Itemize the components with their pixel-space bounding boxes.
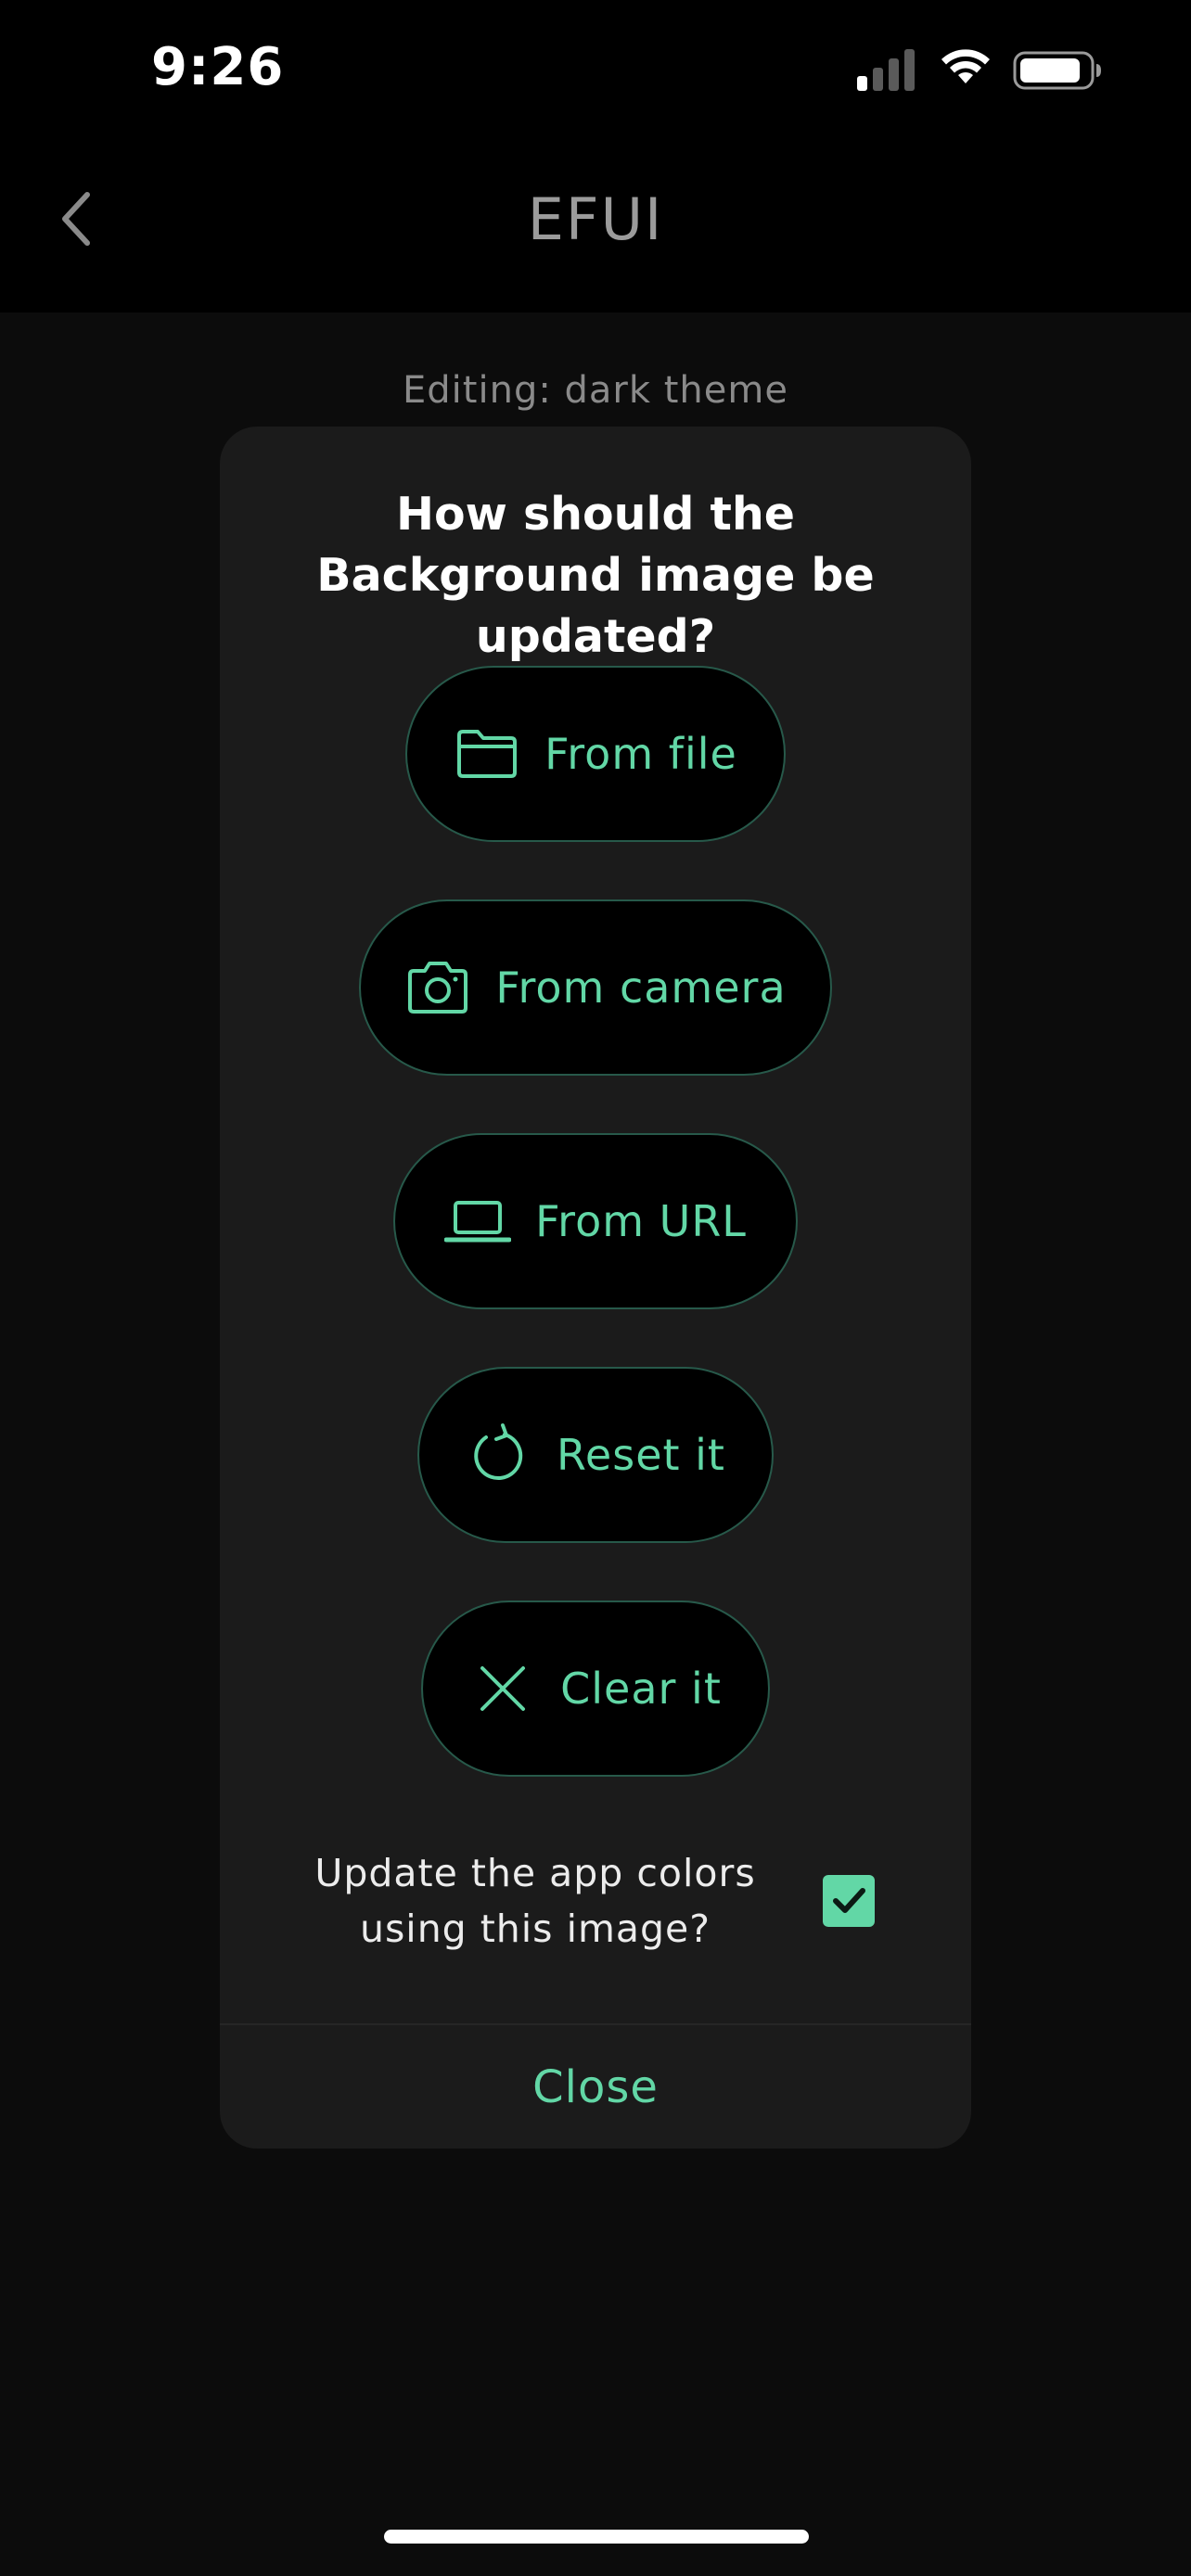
update-colors-label: Update the app colors using this image? <box>314 1851 756 1951</box>
folder-icon <box>457 730 518 778</box>
wifi-icon <box>941 49 990 83</box>
laptop-icon <box>444 1201 512 1243</box>
from-url-button[interactable]: From URL <box>393 1133 798 1309</box>
from-camera-label: From camera <box>495 963 787 1013</box>
home-indicator <box>384 2530 809 2544</box>
from-camera-button[interactable]: From camera <box>359 899 832 1076</box>
close-button[interactable]: Close <box>220 2025 971 2149</box>
clear-button[interactable]: Clear it <box>421 1600 770 1777</box>
nav-title: EFUI <box>527 185 664 253</box>
checkmark-icon <box>833 1888 865 1913</box>
editing-label: Editing: dark theme <box>403 369 788 412</box>
close-icon <box>480 1666 526 1711</box>
reset-button[interactable]: Reset it <box>417 1367 774 1543</box>
status-time: 9:26 <box>151 37 285 97</box>
from-url-label: From URL <box>535 1196 747 1246</box>
battery-icon <box>1013 51 1101 90</box>
dialog-title: How should the Background image be updat… <box>316 488 875 663</box>
camera-icon <box>408 962 468 1014</box>
top-bar: 9:26 EFUI <box>0 0 1191 312</box>
refresh-icon <box>474 1423 523 1481</box>
from-file-button[interactable]: From file <box>405 666 786 842</box>
from-file-label: From file <box>544 729 737 779</box>
clear-label: Clear it <box>560 1664 722 1714</box>
update-image-dialog: How should the Background image be updat… <box>220 427 971 2149</box>
cellular-signal-icon <box>857 49 915 91</box>
update-colors-checkbox[interactable] <box>823 1875 875 1927</box>
reset-label: Reset it <box>557 1430 725 1480</box>
